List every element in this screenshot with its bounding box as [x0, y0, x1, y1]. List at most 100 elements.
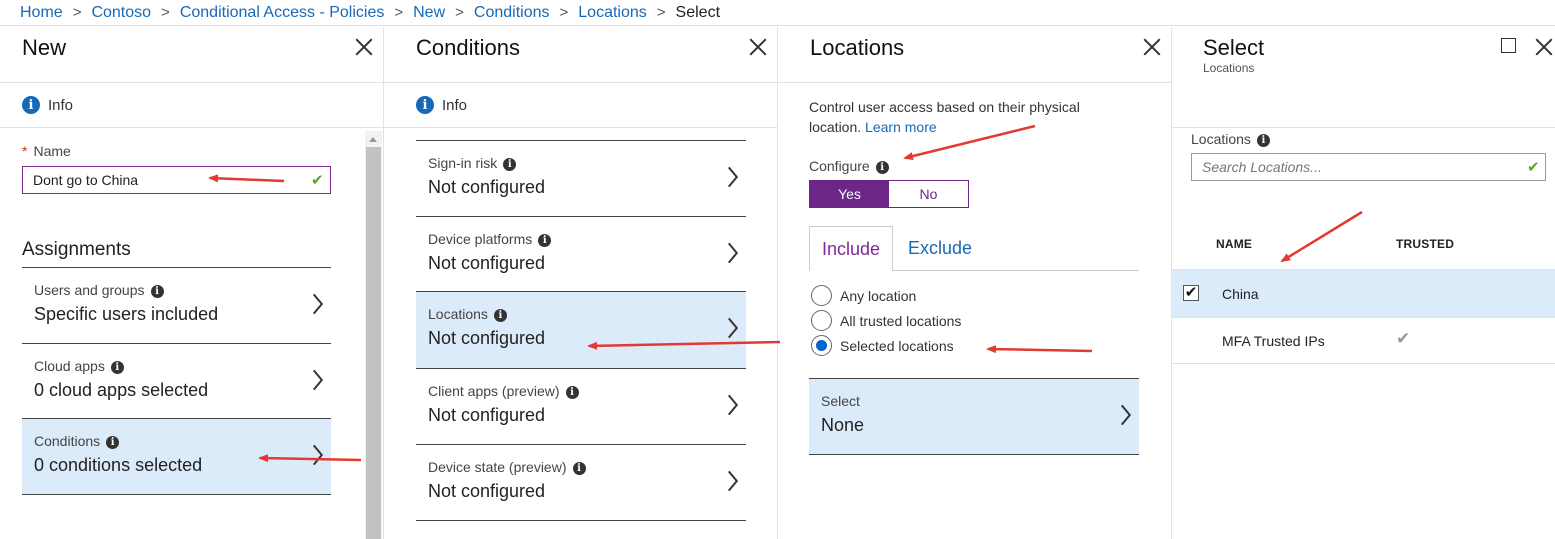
nav-item-value: Not configured	[428, 253, 546, 273]
locations-label-text: Locations	[1191, 131, 1251, 147]
tab-include[interactable]: Include	[809, 226, 893, 271]
close-icon[interactable]	[1534, 37, 1554, 57]
radio-icon	[811, 285, 832, 306]
column-header-trusted[interactable]: TRUSTED	[1396, 237, 1454, 251]
required-marker: *	[22, 143, 28, 159]
info-icon[interactable]: i	[875, 160, 889, 174]
nav-item-label: Conditions	[34, 433, 101, 449]
info-icon: i	[22, 96, 40, 114]
info-icon[interactable]: i	[106, 435, 120, 449]
nav-item-client-apps[interactable]: Client apps (preview) i Not configured	[416, 368, 746, 444]
chevron-right-icon	[728, 316, 740, 336]
new-blade: New i Info * Name Dont go to China ✔ Assi…	[0, 27, 383, 539]
locations-blade: Locations Control user access based on t…	[778, 27, 1171, 539]
nav-item-device-platforms[interactable]: Device platforms i Not configured	[416, 216, 746, 291]
breadcrumb-contoso[interactable]: Contoso	[91, 4, 151, 22]
name-input[interactable]: Dont go to China	[22, 166, 331, 194]
info-button[interactable]: i Info	[0, 83, 383, 128]
table-divider	[1172, 363, 1555, 364]
nav-item-locations[interactable]: Locations i Not configured	[416, 291, 746, 368]
nav-item-sign-in-risk[interactable]: Sign-in risk i Not configured	[416, 140, 746, 216]
valid-check-icon: ✔	[311, 172, 324, 189]
radio-selected-locations[interactable]: Selected locations	[811, 335, 954, 356]
info-button[interactable]: i Info	[384, 83, 777, 128]
info-label: Info	[48, 96, 74, 114]
scrollbar-thumb[interactable]	[366, 147, 381, 539]
info-icon[interactable]: i	[565, 385, 579, 399]
close-icon[interactable]	[748, 37, 768, 57]
configure-label-text: Configure	[809, 158, 870, 174]
toggle-no[interactable]: No	[889, 181, 968, 207]
radio-all-trusted-locations[interactable]: All trusted locations	[811, 310, 961, 331]
scroll-up-arrow[interactable]	[369, 137, 377, 142]
name-label-text: Name	[33, 143, 71, 159]
blade-title: Locations	[810, 35, 905, 60]
nav-item-label: Client apps (preview)	[428, 383, 560, 399]
conditions-blade: Conditions i Info Sign-in risk i Not conf…	[384, 27, 777, 539]
learn-more-link[interactable]: Learn more	[865, 119, 937, 135]
close-icon[interactable]	[1142, 37, 1162, 57]
configure-toggle[interactable]: Yes No	[809, 180, 969, 208]
nav-divider	[416, 520, 746, 521]
nav-divider	[22, 494, 331, 495]
locations-search-label: Locations i	[1191, 131, 1270, 147]
toggle-yes[interactable]: Yes	[810, 181, 889, 207]
select-locations-item[interactable]: Select None	[809, 378, 1139, 454]
checkmark-icon[interactable]: ✔	[1183, 285, 1199, 301]
breadcrumb-current: Select	[675, 3, 721, 21]
search-placeholder: Search Locations...	[1202, 159, 1322, 175]
info-icon: i	[416, 96, 434, 114]
chevron-right-icon	[313, 292, 325, 312]
select-blade: Select Locations Locations i Search Locat…	[1172, 27, 1555, 539]
breadcrumb-policies[interactable]: Conditional Access - Policies	[180, 4, 385, 22]
name-input-value: Dont go to China	[33, 172, 139, 188]
search-locations-input[interactable]: Search Locations...	[1191, 153, 1546, 181]
info-icon[interactable]: i	[150, 284, 164, 298]
info-icon[interactable]: i	[493, 308, 507, 322]
chevron-right-icon	[313, 443, 325, 463]
breadcrumb-new[interactable]: New	[413, 4, 445, 22]
nav-item-value: Not configured	[428, 481, 546, 501]
breadcrumb-home[interactable]: Home	[20, 4, 63, 22]
blade-header: New	[0, 27, 383, 83]
chevron-right-icon: >	[559, 4, 569, 21]
valid-check-icon: ✔	[1527, 159, 1540, 176]
trusted-check-icon: ✔	[1396, 329, 1411, 348]
info-icon[interactable]: i	[1256, 133, 1270, 147]
nav-item-cloud-apps[interactable]: Cloud apps i 0 cloud apps selected	[22, 343, 331, 418]
nav-item-label: Cloud apps	[34, 358, 105, 374]
nav-item-users-and-groups[interactable]: Users and groups i Specific users include…	[22, 267, 331, 343]
assignments-heading: Assignments	[22, 239, 131, 260]
breadcrumb-conditions[interactable]: Conditions	[474, 4, 550, 22]
column-header-name[interactable]: NAME	[1216, 237, 1252, 251]
info-icon[interactable]: i	[503, 157, 517, 171]
nav-item-conditions[interactable]: Conditions i 0 conditions selected	[22, 418, 331, 494]
info-icon[interactable]: i	[110, 360, 124, 374]
description-text: Control user access based on their physi…	[809, 99, 1080, 135]
blade-title: Conditions	[416, 35, 520, 60]
breadcrumb-locations[interactable]: Locations	[578, 4, 647, 22]
name-label: * Name	[22, 143, 71, 159]
chevron-right-icon	[728, 393, 740, 413]
configure-label: Configure i	[809, 158, 889, 174]
info-icon[interactable]: i	[538, 233, 552, 247]
blade-title: New	[22, 35, 67, 60]
maximize-icon[interactable]	[1501, 38, 1516, 53]
nav-item-device-state[interactable]: Device state (preview) i Not configured	[416, 444, 746, 520]
nav-item-value: 0 cloud apps selected	[34, 380, 209, 400]
blade-subtitle: Locations	[1203, 61, 1255, 75]
close-icon[interactable]	[354, 37, 374, 57]
chevron-right-icon	[728, 165, 740, 185]
radio-label: Any location	[840, 287, 917, 304]
info-icon[interactable]: i	[572, 461, 586, 475]
radio-any-location[interactable]: Any location	[811, 285, 916, 306]
table-row-mfa-trusted-ips[interactable]: MFA Trusted IPs ✔	[1172, 318, 1555, 363]
table-row-china[interactable]: ✔ China	[1172, 270, 1555, 317]
radio-checked-icon	[811, 335, 832, 356]
nav-item-label: Sign-in risk	[428, 155, 498, 171]
blade-header: Locations	[778, 27, 1171, 83]
blade-header: Select Locations	[1172, 27, 1555, 101]
tab-exclude[interactable]: Exclude	[898, 226, 982, 271]
row-name: China	[1222, 286, 1259, 302]
radio-label: All trusted locations	[840, 312, 962, 329]
